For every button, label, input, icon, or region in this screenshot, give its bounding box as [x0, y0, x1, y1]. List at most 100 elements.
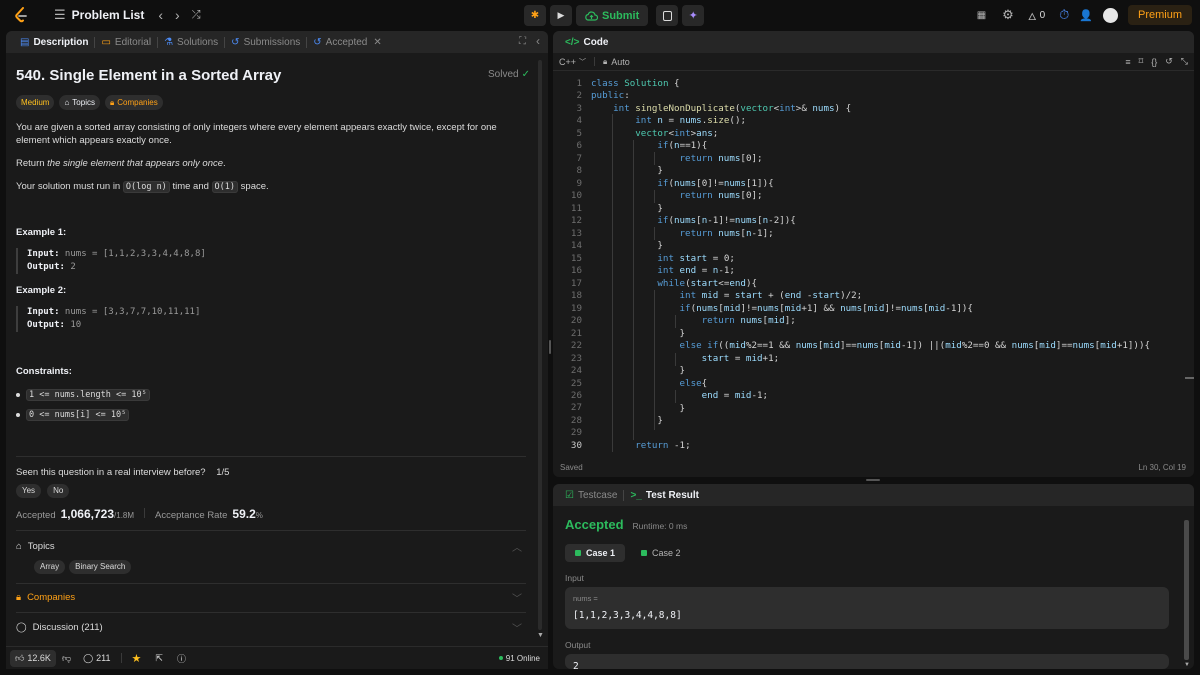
prev-problem-icon[interactable]: ‹	[158, 7, 163, 23]
tab-accepted[interactable]: ↺ Accepted ✕	[307, 31, 387, 53]
next-problem-icon[interactable]: ›	[175, 7, 180, 23]
input-label: Input	[565, 573, 584, 583]
code-line[interactable]: while(start<=end){	[591, 278, 757, 289]
code-line[interactable]: return -1;	[591, 440, 690, 451]
layout-grid-icon[interactable]: ▦	[977, 10, 986, 21]
tab-test-result[interactable]: >_ Test Result	[624, 484, 705, 506]
result-scrollbar[interactable]	[1184, 520, 1189, 660]
code-line[interactable]: }	[591, 240, 663, 251]
fullscreen-icon[interactable]: ⤡	[1181, 56, 1188, 67]
list-icon[interactable]: ☰	[54, 7, 66, 23]
no-button[interactable]: No	[47, 484, 70, 498]
settings-gear-icon[interactable]: ⚙	[1002, 7, 1014, 23]
code-line[interactable]: int end = n-1;	[591, 265, 735, 276]
code-line[interactable]: vector<int>ans;	[591, 128, 718, 139]
code-line[interactable]: }	[591, 403, 686, 414]
tab-testcase[interactable]: ☑ Testcase	[559, 484, 623, 506]
example-1-box: Input: nums = [1,1,2,3,3,4,4,8,8] Output…	[16, 248, 522, 274]
add-friend-icon[interactable]: 👤	[1079, 9, 1093, 22]
code-line[interactable]: int singleNonDuplicate(vector<int>& nums…	[591, 103, 851, 114]
code-line[interactable]: }	[591, 365, 686, 376]
like-button[interactable]: 👍︎ 12.6K	[10, 649, 56, 667]
help-icon[interactable]: ⓘ	[177, 652, 186, 665]
case-1-tab[interactable]: Case 1	[565, 544, 626, 562]
tab-description[interactable]: ▤ Description	[14, 31, 94, 53]
scroll-down-icon[interactable]: ▼	[537, 632, 544, 639]
thumbs-down-icon: 👎︎	[61, 652, 72, 663]
code-line[interactable]: int mid = start + (end -start)/2;	[591, 290, 863, 301]
tab-code[interactable]: </> Code	[559, 31, 614, 53]
tab-editorial[interactable]: ▭ Editorial	[95, 31, 157, 53]
code-line[interactable]: class Solution {	[591, 78, 680, 89]
code-line[interactable]: }	[591, 415, 663, 426]
language-select[interactable]: C++ ﹀	[559, 57, 586, 67]
bookmark-icon[interactable]: ⌑	[1139, 56, 1144, 67]
code-line[interactable]: return nums[n-1];	[591, 228, 774, 239]
star-icon[interactable]: ★	[132, 652, 142, 665]
code-line[interactable]: public:	[591, 90, 630, 101]
run-button[interactable]: ▶	[550, 5, 572, 26]
line-number: 23	[570, 352, 582, 364]
shuffle-icon[interactable]: ⤮	[192, 9, 201, 22]
problem-title[interactable]: 540. Single Element in a Sorted Array	[16, 67, 281, 84]
code-line[interactable]: if(nums[n-1]!=nums[n-2]){	[591, 215, 795, 226]
avatar[interactable]	[1102, 7, 1118, 23]
topic-tag[interactable]: Array	[34, 560, 66, 574]
code-line[interactable]: return nums[0];	[591, 190, 763, 201]
topic-tag[interactable]: Binary Search	[69, 560, 132, 574]
comments-button[interactable]: ◯ 211	[83, 653, 110, 664]
leetcode-logo-icon[interactable]	[14, 7, 28, 23]
code-line[interactable]: int start = 0;	[591, 253, 735, 264]
problem-list-link[interactable]: Problem List	[72, 8, 145, 22]
debug-button[interactable]: ✱	[524, 5, 546, 26]
tab-submissions[interactable]: ↺ Submissions	[225, 31, 306, 53]
timer-icon[interactable]: ⏱	[1059, 7, 1069, 23]
scroll-down-icon[interactable]: ▼	[1184, 662, 1190, 668]
reset-icon[interactable]: ↺	[1165, 56, 1173, 67]
code-line[interactable]: if(nums[mid]!=nums[mid+1] && nums[mid]!=…	[591, 303, 973, 314]
braces-icon[interactable]: {}	[1151, 57, 1157, 67]
expand-icon[interactable]: ⛶	[519, 36, 526, 47]
dislike-button[interactable]: 👎︎	[62, 653, 71, 664]
code-line[interactable]: else{	[591, 378, 708, 389]
format-icon[interactable]: ≡	[1125, 57, 1130, 67]
premium-button[interactable]: Premium	[1127, 5, 1192, 25]
code-line[interactable]: int n = nums.size();	[591, 115, 746, 126]
code-line[interactable]: start = mid+1;	[591, 353, 780, 364]
code-line[interactable]: if(n==1){	[591, 140, 707, 151]
description-scrollbar[interactable]	[538, 60, 542, 630]
mode-label[interactable]: Auto	[611, 57, 630, 67]
code-line[interactable]: if(nums[0]!=nums[1]){	[591, 178, 773, 189]
line-number: 19	[570, 302, 582, 314]
streak-fire-icon[interactable]: 🜂	[1028, 5, 1037, 26]
notes-button[interactable]	[656, 5, 679, 26]
topics-chip[interactable]: ⌂ Topics	[59, 95, 100, 110]
tab-solutions[interactable]: ⚗ Solutions	[158, 31, 224, 53]
code-line[interactable]: }	[591, 165, 663, 176]
companies-section[interactable]: 🔒︎ Companies ﹀	[16, 592, 526, 605]
code-line[interactable]: return nums[0];	[591, 153, 763, 164]
discussion-section[interactable]: ◯ Discussion (211) ﹀	[16, 622, 526, 635]
accepted-total: /1.8M	[114, 511, 135, 520]
horizontal-splitter[interactable]	[866, 479, 880, 481]
code-line[interactable]: else if((mid%2==1 && nums[mid]==nums[mid…	[591, 340, 1151, 351]
code-line[interactable]: }	[591, 328, 686, 339]
constraint-2: 0 <= nums[i] <= 10⁵	[26, 409, 130, 421]
line-number: 22	[570, 340, 582, 352]
collapse-panel-icon[interactable]: ‹	[536, 34, 540, 48]
top-bar: ☰ Problem List ‹ › ⤮ ✱ ▶ Submit ✦ ▦ ⚙ 🜂 …	[0, 0, 1200, 30]
close-tab-icon[interactable]: ✕	[373, 37, 381, 48]
topics-section[interactable]: ⌂ Topics ︿	[16, 541, 526, 554]
p2-emphasis: the single element that appears only onc…	[47, 158, 224, 169]
stats-divider	[144, 508, 146, 518]
code-line[interactable]: }	[591, 203, 663, 214]
case-2-tab[interactable]: Case 2	[631, 544, 691, 562]
yes-button[interactable]: Yes	[16, 484, 42, 498]
ai-assist-button[interactable]: ✦	[682, 5, 705, 26]
code-line[interactable]: end = mid-1;	[591, 390, 768, 401]
vertical-splitter[interactable]	[549, 340, 551, 354]
submit-button[interactable]: Submit	[576, 5, 649, 26]
code-line[interactable]: return nums[mid];	[591, 315, 796, 326]
companies-chip[interactable]: 🔒︎ Companies	[104, 95, 163, 110]
share-icon[interactable]: ⇱	[155, 653, 163, 664]
